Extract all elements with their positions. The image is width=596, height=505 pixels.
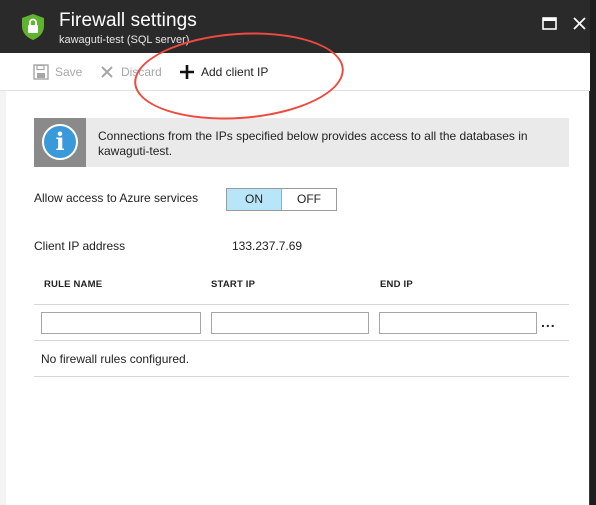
page-title: Firewall settings	[59, 10, 197, 31]
column-header-end-ip: END IP	[380, 279, 413, 290]
firewall-settings-blade: Firewall settings kawaguti-test (SQL ser…	[0, 0, 590, 505]
azure-access-toggle: ON OFF	[226, 188, 337, 211]
column-header-start-ip: START IP	[211, 279, 256, 290]
info-message: Connections from the IPs specified below…	[98, 129, 528, 158]
close-icon[interactable]	[570, 14, 590, 34]
toggle-off-option[interactable]: OFF	[282, 189, 336, 210]
command-bar: Save Discard Add client IP	[0, 53, 590, 91]
table-divider	[34, 376, 569, 377]
page-subtitle: kawaguti-test (SQL server)	[59, 34, 190, 46]
left-edge	[0, 91, 6, 505]
info-icon: i	[42, 124, 78, 160]
end-ip-input[interactable]	[379, 312, 537, 334]
save-label: Save	[55, 65, 83, 79]
discard-x-icon	[101, 66, 113, 78]
table-divider	[34, 340, 569, 341]
save-icon	[33, 64, 49, 80]
discard-label: Discard	[121, 65, 162, 79]
shield-lock-icon	[22, 14, 44, 40]
maximize-icon[interactable]	[540, 14, 560, 34]
add-client-ip-label: Add client IP	[201, 65, 269, 79]
table-divider	[34, 304, 569, 305]
save-button[interactable]: Save	[33, 63, 82, 81]
blade-header: Firewall settings kawaguti-test (SQL ser…	[0, 0, 590, 53]
start-ip-input[interactable]	[211, 312, 369, 334]
plus-icon	[180, 65, 194, 79]
rule-name-input[interactable]	[41, 312, 201, 334]
client-ip-value: 133.237.7.69	[232, 239, 303, 253]
add-client-ip-button[interactable]: Add client IP	[179, 63, 268, 81]
discard-button[interactable]: Discard	[99, 63, 162, 81]
client-ip-label: Client IP address	[34, 239, 126, 253]
allow-azure-access-label: Allow access to Azure services	[34, 191, 199, 205]
more-options-button[interactable]: ...	[541, 314, 556, 330]
empty-rules-message: No firewall rules configured.	[41, 352, 190, 366]
column-header-rule-name: RULE NAME	[44, 279, 103, 290]
toggle-on-option[interactable]: ON	[227, 189, 282, 210]
info-banner: i Connections from the IPs specified bel…	[34, 118, 569, 167]
